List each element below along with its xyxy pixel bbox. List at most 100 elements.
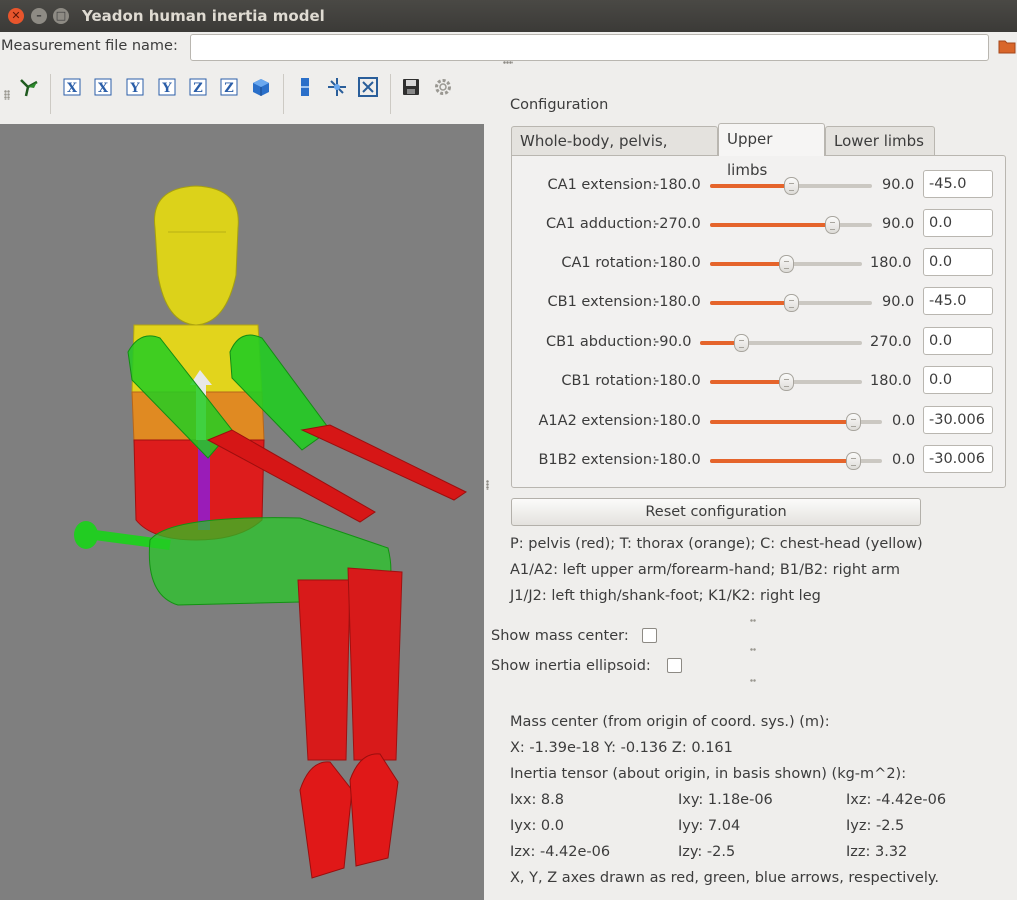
slider-track[interactable] <box>700 334 862 352</box>
x-axis-arrow-head <box>74 521 98 549</box>
slider-handle[interactable] <box>779 255 794 273</box>
svg-text:Y: Y <box>161 81 172 96</box>
slider-track[interactable] <box>710 452 882 470</box>
slider-row-ca1-adduction: CA1 adduction: -270.0 90.0 <box>512 209 1007 241</box>
toolbar-separator <box>390 74 391 114</box>
slider-handle[interactable] <box>825 216 840 234</box>
slider-track[interactable] <box>710 373 862 391</box>
left-foot <box>299 761 353 879</box>
splitter-handle[interactable] <box>750 619 756 622</box>
splitter-handle[interactable] <box>486 480 489 490</box>
show-inertia-ellipsoid-checkbox[interactable] <box>667 658 682 673</box>
reset-configuration-button[interactable]: Reset configuration <box>511 498 921 526</box>
slider-handle[interactable] <box>846 413 861 431</box>
left-shank <box>297 579 351 761</box>
slider-min: -180.0 <box>654 413 701 429</box>
svg-text:Y: Y <box>129 81 140 96</box>
window-title: Yeadon human inertia model <box>82 7 325 25</box>
slider-label: B1B2 extension: <box>538 452 657 468</box>
ca1-extension-input[interactable] <box>923 170 993 198</box>
slider-row-cb1-rotation: CB1 rotation: -180.0 180.0 <box>512 366 1007 398</box>
maximize-icon[interactable]: □ <box>53 8 69 24</box>
human-model-render <box>74 185 467 879</box>
slider-track[interactable] <box>710 255 862 273</box>
right-shank <box>347 567 403 761</box>
minimize-icon[interactable]: – <box>31 8 47 24</box>
ca1-rotation-input[interactable] <box>923 248 993 276</box>
view-z-icon[interactable]: Z <box>187 76 209 98</box>
legend-line-3: J1/J2: left thigh/shank-foot; K1/K2: rig… <box>510 588 821 604</box>
slider-track[interactable] <box>710 216 872 234</box>
inertia-iyz: Iyz: -2.5 <box>846 818 905 834</box>
slider-max: 0.0 <box>892 452 916 468</box>
slider-max: 90.0 <box>882 177 915 193</box>
slider-label: CA1 rotation: <box>561 255 657 271</box>
view-x-icon[interactable]: X <box>61 76 83 98</box>
show-mass-center-checkbox[interactable] <box>642 628 657 643</box>
slider-label: CA1 extension: <box>547 177 657 193</box>
slider-label: CA1 adduction: <box>546 216 657 232</box>
svg-text:X: X <box>67 81 78 96</box>
slider-handle[interactable] <box>734 334 749 352</box>
camera-pan-icon[interactable] <box>294 76 316 98</box>
view-3d-cube-icon[interactable] <box>250 76 272 98</box>
cb1-extension-input[interactable] <box>923 287 993 315</box>
svg-text:Z: Z <box>193 81 203 96</box>
inertia-iyy: Iyy: 7.04 <box>678 818 741 834</box>
b1b2-extension-input[interactable] <box>923 445 993 473</box>
slider-handle[interactable] <box>784 294 799 312</box>
slider-min: -180.0 <box>654 294 701 310</box>
view-y-icon[interactable]: Y <box>124 76 146 98</box>
tab-whole-body[interactable]: Whole-body, pelvis, torso <box>511 126 718 178</box>
legend-line-1: P: pelvis (red); T: thorax (orange); C: … <box>510 536 923 552</box>
inertia-izz: Izz: 3.32 <box>846 844 908 860</box>
slider-fill <box>710 459 853 463</box>
slider-label: CB1 abduction: <box>545 334 657 350</box>
slider-min: -90.0 <box>654 334 692 350</box>
slider-track[interactable] <box>710 413 882 431</box>
slider-max: 270.0 <box>870 334 912 350</box>
fit-to-window-icon[interactable] <box>357 76 379 98</box>
window-titlebar: ✕ – □ Yeadon human inertia model <box>0 0 1017 32</box>
toolbar-separator <box>283 74 284 114</box>
slider-row-ca1-rotation: CA1 rotation: -180.0 180.0 <box>512 248 1007 280</box>
slider-min: -180.0 <box>654 452 701 468</box>
slider-label: CB1 extension: <box>547 294 657 310</box>
slider-row-a1a2-extension: A1A2 extension: -180.0 0.0 <box>512 406 1007 438</box>
slider-fill <box>710 420 853 424</box>
splitter-handle[interactable] <box>750 679 756 682</box>
folder-open-icon[interactable] <box>998 38 1017 54</box>
cb1-abduction-input[interactable] <box>923 327 993 355</box>
a1a2-extension-input[interactable] <box>923 406 993 434</box>
toolbar-grip[interactable] <box>4 90 10 100</box>
slider-track[interactable] <box>710 294 872 312</box>
tab-upper-limbs[interactable]: Upper limbs <box>718 123 825 179</box>
camera-rotate-icon[interactable] <box>326 76 348 98</box>
ca1-adduction-input[interactable] <box>923 209 993 237</box>
slider-handle[interactable] <box>784 177 799 195</box>
view-isometric-icon[interactable] <box>17 76 39 98</box>
slider-min: -180.0 <box>654 177 701 193</box>
view-neg-y-icon[interactable]: Y <box>156 76 178 98</box>
settings-gear-icon[interactable] <box>432 76 454 98</box>
svg-text:Z: Z <box>224 81 234 96</box>
inertia-izx: Izx: -4.42e-06 <box>510 844 611 860</box>
tab-lower-limbs[interactable]: Lower limbs <box>825 126 935 155</box>
view-neg-z-icon[interactable]: Z <box>218 76 240 98</box>
measurement-file-input[interactable] <box>190 34 989 61</box>
slider-handle[interactable] <box>779 373 794 391</box>
slider-fill <box>710 380 786 384</box>
view-neg-x-icon[interactable]: X <box>92 76 114 98</box>
splitter-handle[interactable] <box>750 648 756 651</box>
splitter-handle[interactable] <box>503 61 513 64</box>
inertia-ixz: Ixz: -4.42e-06 <box>846 792 947 808</box>
slider-max: 180.0 <box>870 255 912 271</box>
slider-handle[interactable] <box>846 452 861 470</box>
close-icon[interactable]: ✕ <box>8 8 24 24</box>
cb1-rotation-input[interactable] <box>923 366 993 394</box>
3d-viewport[interactable] <box>0 124 484 900</box>
mass-center-title: Mass center (from origin of coord. sys.)… <box>510 714 830 730</box>
slider-fill <box>710 223 832 227</box>
save-icon[interactable] <box>400 76 422 98</box>
slider-row-cb1-abduction: CB1 abduction: -90.0 270.0 <box>512 327 1007 359</box>
